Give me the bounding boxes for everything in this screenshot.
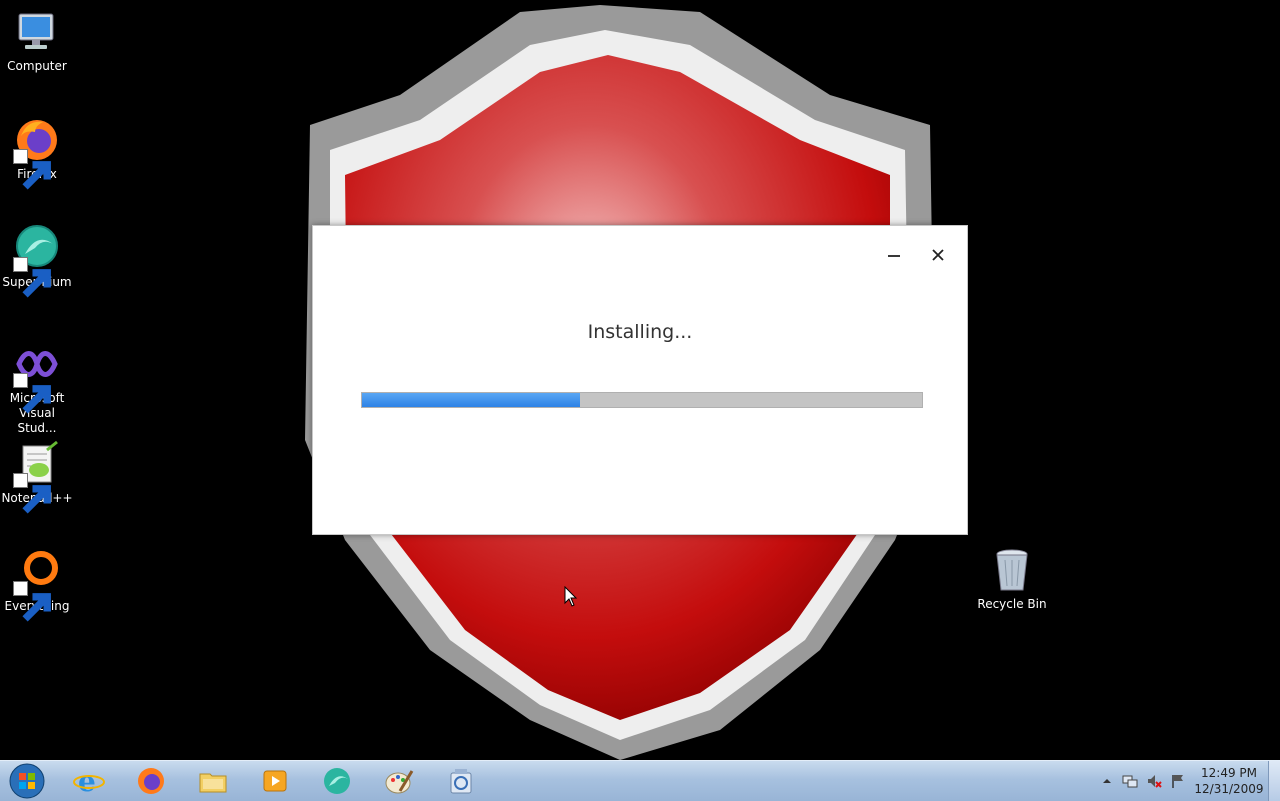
- close-icon: [932, 249, 944, 261]
- volume-tray-icon[interactable]: [1146, 773, 1162, 789]
- show-hidden-icons-button[interactable]: [1099, 773, 1115, 789]
- paint-icon: [385, 769, 414, 793]
- desktop-icon-visual-studio[interactable]: Microsoft Visual Stud...: [0, 340, 74, 436]
- flag-icon: [1172, 775, 1183, 788]
- volume-muted-icon: [1148, 775, 1162, 788]
- chevron-up-icon: [1103, 779, 1111, 783]
- desktop-icon-firefox[interactable]: Firefox: [0, 116, 74, 190]
- taskbar-item-media-player[interactable]: [246, 762, 304, 799]
- minimize-icon: [888, 255, 900, 257]
- desktop-icon-label: Computer: [7, 59, 67, 73]
- desktop-icon-everything[interactable]: Everything: [0, 548, 74, 622]
- everything-icon: [13, 548, 61, 622]
- start-button[interactable]: [4, 762, 50, 800]
- install-progress-bar: [361, 392, 923, 408]
- action-center-tray-icon[interactable]: [1170, 773, 1186, 789]
- firefox-icon: [138, 767, 164, 794]
- close-button[interactable]: [923, 240, 953, 270]
- desktop-icon-recycle-bin[interactable]: Recycle Bin: [975, 546, 1049, 612]
- installer-window: Installing...: [312, 225, 968, 535]
- svg-text:e: e: [78, 765, 96, 797]
- network-icon: [1122, 775, 1138, 788]
- taskbar-item-paint[interactable]: [370, 762, 428, 799]
- internet-explorer-icon: e: [73, 765, 105, 797]
- clock-date: 12/31/2009: [1194, 782, 1264, 796]
- computer-icon: [13, 8, 61, 56]
- taskbar-clock[interactable]: 12:49 PM 12/31/2009: [1194, 765, 1264, 797]
- clock-time: 12:49 PM: [1201, 766, 1257, 780]
- windows-logo-icon: [9, 763, 45, 799]
- file-explorer-icon: [199, 773, 227, 792]
- taskbar: e 12:49 PM 12/31/2009: [0, 760, 1280, 801]
- supermium-icon: [324, 767, 350, 794]
- network-tray-icon[interactable]: [1122, 773, 1138, 789]
- shortcut-arrow-icon: [13, 257, 51, 298]
- installer-icon: [450, 768, 472, 793]
- install-status-text: Installing...: [587, 321, 693, 343]
- mouse-cursor-icon: [564, 586, 578, 607]
- taskbar-item-file-explorer[interactable]: [184, 762, 242, 799]
- desktop-icon-supermium[interactable]: Supermium: [0, 224, 74, 298]
- shortcut-arrow-icon: [13, 373, 51, 414]
- show-desktop-button[interactable]: [1268, 761, 1280, 801]
- desktop-icon-label: Recycle Bin: [977, 597, 1047, 611]
- taskbar-item-internet-explorer[interactable]: e: [60, 762, 118, 799]
- minimize-button[interactable]: [879, 240, 909, 270]
- visual-studio-icon: [13, 340, 61, 414]
- recycle-bin-icon: [988, 546, 1036, 594]
- desktop-icon-notepad-plus-plus[interactable]: Notepad++: [0, 440, 74, 514]
- taskbar-item-firefox[interactable]: [122, 762, 180, 799]
- desktop-icon-computer[interactable]: Computer: [0, 8, 74, 74]
- shortcut-arrow-icon: [13, 149, 51, 190]
- shortcut-arrow-icon: [13, 473, 51, 514]
- supermium-icon: [13, 224, 61, 298]
- media-player-icon: [263, 770, 287, 791]
- shortcut-arrow-icon: [13, 581, 51, 622]
- notepad-plus-plus-icon: [13, 440, 61, 514]
- install-progress-fill: [362, 393, 581, 407]
- firefox-icon: [13, 116, 61, 190]
- taskbar-item-installer[interactable]: [432, 762, 490, 799]
- taskbar-item-supermium[interactable]: [308, 762, 366, 799]
